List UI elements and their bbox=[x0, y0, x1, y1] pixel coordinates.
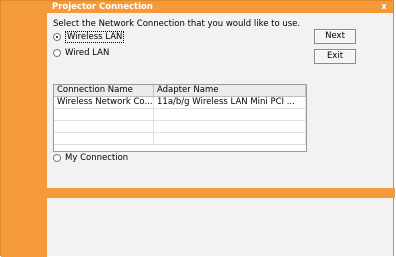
window-title: Projector Connection bbox=[52, 2, 153, 12]
list-row[interactable] bbox=[54, 121, 306, 133]
connection-list[interactable]: Connection Name Adapter Name Wireless Ne… bbox=[53, 84, 307, 152]
connection-name-cell bbox=[54, 109, 154, 120]
list-row[interactable]: Wireless Network Co... 11a/b/g Wireless … bbox=[54, 97, 306, 109]
wireless-lan-option[interactable]: Wireless LAN bbox=[53, 31, 125, 43]
projector-connection-window: Projector Connection x Select the Networ… bbox=[0, 0, 395, 257]
list-row[interactable] bbox=[54, 133, 306, 145]
wireless-lan-label: Wireless LAN bbox=[65, 31, 125, 43]
list-row[interactable] bbox=[54, 109, 306, 121]
instruction-text: Select the Network Connection that you w… bbox=[53, 19, 301, 29]
connection-name-cell: Wireless Network Co... bbox=[54, 97, 154, 108]
connection-name-cell bbox=[54, 133, 154, 144]
connection-panel: Select the Network Connection that you w… bbox=[47, 13, 393, 188]
left-accent-strip bbox=[1, 1, 47, 188]
adapter-name-cell bbox=[154, 121, 306, 132]
list-header: Connection Name Adapter Name bbox=[54, 85, 306, 97]
connection-name-cell bbox=[54, 121, 154, 132]
my-connection-radio[interactable] bbox=[53, 154, 61, 162]
left-accent-strip-bottom bbox=[1, 198, 47, 257]
next-button[interactable]: Next bbox=[314, 29, 356, 44]
adapter-name-cell bbox=[154, 133, 306, 144]
wired-lan-option[interactable]: Wired LAN bbox=[53, 47, 109, 59]
adapter-name-cell bbox=[154, 109, 306, 120]
section-divider bbox=[1, 188, 395, 198]
my-connection-label: My Connection bbox=[65, 153, 129, 163]
adapter-name-cell: 11a/b/g Wireless LAN Mini PCI ... bbox=[154, 97, 306, 108]
column-header-connection-name[interactable]: Connection Name bbox=[54, 85, 154, 96]
wired-lan-label: Wired LAN bbox=[65, 48, 110, 58]
my-connection-option[interactable]: My Connection bbox=[53, 152, 128, 164]
title-bar: Projector Connection x bbox=[47, 1, 393, 13]
status-panel bbox=[47, 198, 393, 256]
wired-lan-radio[interactable] bbox=[53, 49, 61, 57]
close-button[interactable]: x bbox=[379, 1, 389, 13]
wireless-lan-radio[interactable] bbox=[53, 33, 61, 41]
exit-button[interactable]: Exit bbox=[314, 49, 356, 64]
column-header-adapter-name[interactable]: Adapter Name bbox=[154, 85, 306, 96]
